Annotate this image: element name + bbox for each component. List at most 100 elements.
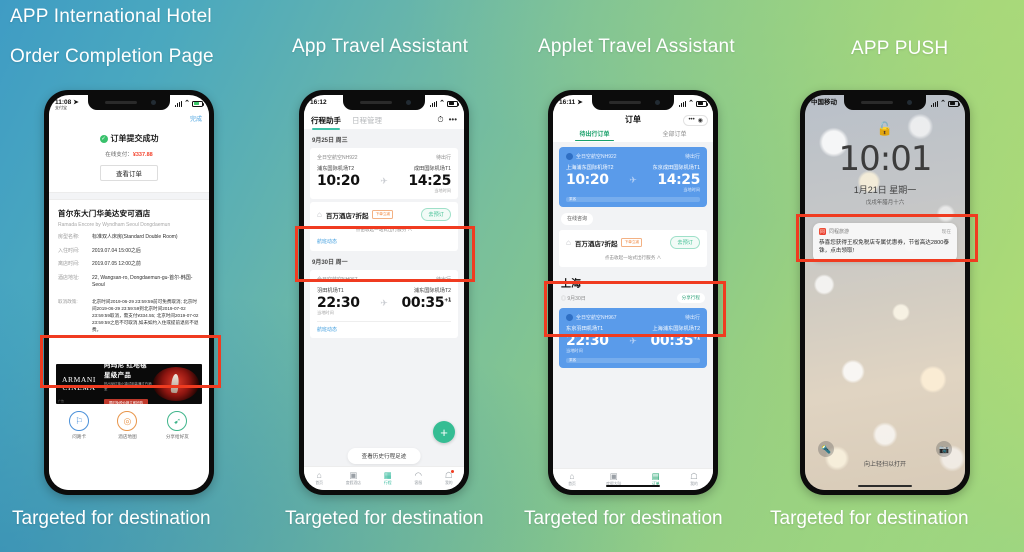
flight-dynamics-link[interactable]: 航班动态: [317, 326, 451, 333]
departure-airport: 浦东国际机场T2: [317, 166, 355, 172]
wifi-icon: ⌃: [184, 100, 190, 107]
more-dots-icon[interactable]: •••: [449, 116, 457, 124]
status-right: ⌃: [174, 100, 204, 107]
status-left: 16:11 ➤: [559, 100, 583, 107]
home-indicator: [606, 484, 660, 487]
status-left: 11:08 ➤: [55, 100, 79, 107]
bottom-tabbar: ⌂ 首页 ▣ 度假酒店 ▦ 行程 ◠ 客服 ☖ 我的: [304, 466, 464, 490]
tabbar-label: 客服: [414, 480, 423, 485]
order-success-title: 订单提交成功: [110, 134, 159, 143]
signal-bars-icon: [678, 100, 687, 107]
view-order-button[interactable]: 查看订单: [100, 165, 158, 181]
flight-card-blue[interactable]: 全日空航空NH922 待出行 上海浦东国际机场T2 东京成田国际机场T1 10:…: [559, 147, 707, 207]
tab-upcoming-orders[interactable]: 待出行订单: [575, 129, 614, 142]
promo-book-button[interactable]: 去预订: [670, 236, 700, 249]
panel1-heading-line2: Order Completion Page: [10, 46, 214, 67]
highlight-box-promo-phone2: [295, 226, 475, 282]
ad-cta-button[interactable]: 限时免税价格立即抢购: [104, 399, 148, 404]
status-time: 11:08: [55, 99, 72, 107]
applet-header: 订单 ••• ◉: [553, 111, 713, 128]
tabbar-label: 首页: [568, 481, 576, 486]
hotel-promo-card[interactable]: ⌂ 百万酒店7折起 下单立减 去预订 点击收起一站式出行服务 ∧: [559, 230, 707, 267]
tab-all-orders[interactable]: 全部订单: [662, 129, 686, 141]
action-label: 问路卡: [72, 434, 87, 439]
caption-panel2: Targeted for destination: [285, 508, 484, 529]
panel4-heading: APP PUSH: [851, 38, 949, 59]
speaker-grill: [861, 101, 893, 104]
tabbar-item-hotel[interactable]: ▣ 度假酒店: [346, 471, 361, 486]
unlocked-padlock-icon: 🔓: [876, 121, 894, 136]
card-divider: [317, 321, 451, 322]
header-icons: ⏱ •••: [437, 116, 457, 124]
flight-times: 10:20 ✈ 14:25: [566, 172, 700, 188]
status-time: 16:11: [559, 99, 576, 107]
tabbar-item-trip[interactable]: ▦ 行程: [384, 471, 392, 486]
tabbar-item-home[interactable]: ⌂ 首页: [315, 471, 323, 486]
history-trips-button[interactable]: 查看历史行程足迹: [347, 448, 421, 464]
notch: [844, 95, 926, 110]
arrival-time: 14:25: [408, 173, 451, 189]
detail-key: 房型名称:: [58, 234, 80, 240]
arrival-airport: 浦东国际机场T2: [413, 288, 451, 294]
tabbar-item-mine[interactable]: ☖ 我的: [690, 472, 698, 487]
phone1-screen: 11:08 ➤ ⌃ 支付宝 完成 ✓ 订单提交成功 在线支付：¥337.88 查…: [49, 95, 209, 490]
panel2-heading: App Travel Assistant: [292, 36, 469, 57]
speaker-grill: [360, 101, 392, 104]
tab-schedule-manage[interactable]: 日程管理: [352, 115, 382, 126]
flight-status: 待出行: [684, 154, 700, 160]
departure-time: 10:20: [317, 173, 360, 189]
payment-line: 在线支付：¥337.88: [49, 150, 209, 158]
status-left: 16:12: [310, 100, 327, 107]
promo-row: ⌂ 百万酒店7折起 下单立减 去预订: [566, 236, 700, 249]
arrival-airport: 东京成田国际机场T1: [652, 165, 700, 171]
flight-ports: 上海浦东国际机场T2 东京成田国际机场T1: [566, 164, 700, 171]
action-hotel-map[interactable]: ◎ 酒店地图: [117, 411, 138, 440]
tabbar-item-service[interactable]: ◠ 客服: [415, 471, 423, 486]
promo-tag: 下单立减: [621, 238, 643, 247]
hotel-bag-icon: ⌂: [317, 210, 322, 219]
speaker-grill: [105, 101, 137, 104]
close-circle-icon[interactable]: ◉: [698, 117, 703, 124]
page-title: 订单: [625, 115, 641, 124]
action-direction-card[interactable]: ⚐ 问路卡: [69, 411, 90, 440]
panel3-heading: Applet Travel Assistant: [538, 36, 735, 57]
camera-button[interactable]: 📷: [936, 441, 952, 457]
action-share-friend[interactable]: ➹ 分享给好友: [166, 411, 189, 440]
order-tabs: 待出行订单 全部订单: [553, 128, 713, 142]
wechat-capsule[interactable]: ••• ◉: [683, 114, 708, 127]
flight-card[interactable]: 全日空航空NH922 待出行 浦东国际机场T2 成田国际机场T1 10:20 ✈…: [310, 148, 458, 199]
history-clock-icon[interactable]: ⏱: [437, 116, 443, 124]
flight-number: 全日空航空NH922: [566, 153, 617, 160]
promo-collapse-hint[interactable]: 点击收起一站式出行服务 ∧: [566, 255, 700, 261]
promo-book-button[interactable]: 去预订: [421, 208, 451, 221]
detail-row: 入住时间: 2019.07.04 15:00之后: [58, 248, 200, 256]
done-button[interactable]: 完成: [190, 114, 202, 123]
calendar-icon: ▦: [383, 470, 392, 481]
notch: [88, 95, 170, 110]
tabbar-item-home[interactable]: ⌂ 首页: [568, 472, 576, 487]
front-camera: [151, 100, 156, 105]
day-label: 9月25日 周三: [312, 138, 348, 144]
cancel-key: 取消政策:: [58, 298, 78, 304]
status-time: 16:12: [310, 99, 327, 107]
caption-panel4: Targeted for destination: [770, 508, 969, 529]
flashlight-button[interactable]: 🔦: [818, 441, 834, 457]
app-header: 行程助手 日程管理 ⏱ •••: [304, 111, 464, 130]
wifi-icon: ⌃: [940, 100, 946, 107]
airline-logo-icon: [566, 153, 573, 160]
home-indicator: [858, 484, 912, 487]
online-consult-chip[interactable]: 在线咨询: [561, 212, 594, 225]
cancel-value: 北京时间2019-06-29 23:59:59前可免费取消; 北京时间2019-…: [92, 298, 199, 332]
more-dots-icon[interactable]: •••: [688, 117, 694, 123]
tab-trip-assistant[interactable]: 行程助手: [311, 115, 341, 130]
flight-times: 22:30 ✈ 00:35+1: [317, 295, 451, 311]
action-label: 酒店地图: [118, 434, 137, 439]
check-circle-icon: ✓: [99, 134, 108, 143]
add-trip-fab[interactable]: +: [433, 421, 455, 443]
location-arrow-icon: ➤: [577, 99, 583, 107]
departure-time: 10:20: [566, 172, 609, 188]
tabbar-item-mine[interactable]: ☖ 我的: [445, 470, 454, 486]
detail-key: 酒店地址:: [58, 274, 80, 281]
home-icon: ⌂: [569, 471, 575, 482]
passenger-bar: 乘客: [566, 197, 700, 202]
